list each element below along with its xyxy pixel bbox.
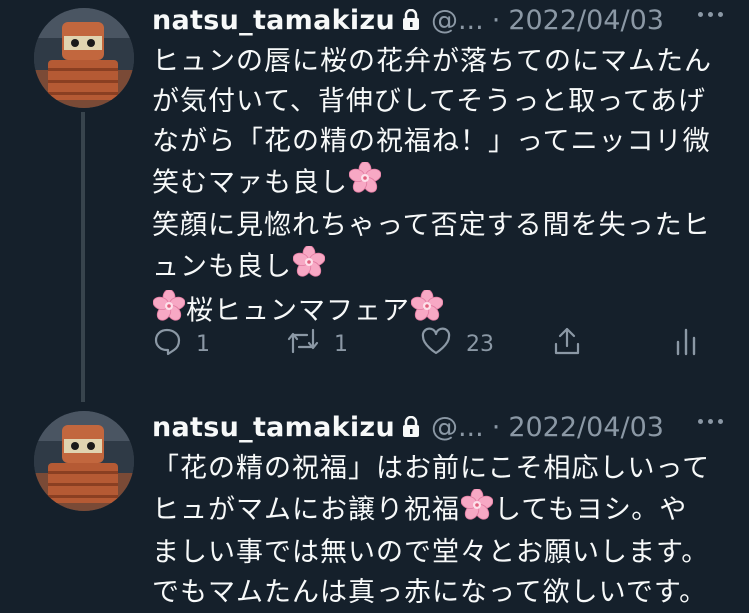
tweet-text-line: ヒュンの唇に桜の花弁が落ちてのにマムたん	[152, 46, 712, 77]
retweet-count: 1	[334, 331, 348, 357]
tweet-text-line: 笑むマァも良し	[152, 161, 722, 206]
share-button[interactable]	[552, 326, 582, 362]
tweet-actions: 1 1 23	[152, 320, 712, 364]
separator-dot: ·	[491, 411, 501, 443]
thread-connector-line	[81, 112, 85, 402]
more-icon[interactable]	[698, 12, 723, 17]
like-button[interactable]: 23	[420, 326, 494, 362]
tweet-text-line: でもマムたんは真っ赤になって欲しいです。	[152, 577, 708, 608]
tweet-text-line: ヒュがマムにお譲り祝福 してもヨシ。や	[152, 488, 722, 533]
tweet-text-line: 笑顔に見惚れちゃって否定する間を失ったヒ	[152, 210, 711, 241]
heart-icon	[420, 326, 452, 362]
tweet-text-line: ながら「花の精の祝福ね！」ってニッコリ微	[152, 126, 711, 157]
avatar-robot-image	[34, 411, 134, 511]
lock-icon	[401, 9, 421, 31]
reply-count: 1	[196, 331, 210, 357]
more-icon[interactable]	[698, 419, 723, 424]
tweet-date[interactable]: 2022/04/03	[508, 5, 664, 36]
tweet-text: ヒュンの唇に桜の花弁が落ちてのにマムたん が気付いて、背伸びしてそうっと取ってあ…	[152, 42, 722, 334]
display-name[interactable]: natsu_tamakizu	[152, 412, 395, 443]
lock-icon	[401, 416, 421, 438]
retweet-icon	[286, 326, 320, 362]
user-handle[interactable]: @...	[431, 5, 484, 36]
analytics-icon	[674, 326, 698, 362]
retweet-button[interactable]: 1	[286, 326, 348, 362]
like-count: 23	[466, 331, 494, 357]
avatar[interactable]	[34, 411, 134, 511]
avatar-robot-image	[34, 8, 134, 108]
tweet-header: natsu_tamakizu @... · 2022/04/03	[152, 407, 664, 447]
separator-dot: ·	[491, 4, 501, 36]
display-name[interactable]: natsu_tamakizu	[152, 5, 395, 36]
tweet-text-line: ュンも良し	[152, 245, 722, 290]
reply-icon	[152, 326, 182, 362]
analytics-button[interactable]	[674, 326, 698, 362]
tweet-date[interactable]: 2022/04/03	[508, 412, 664, 443]
tweet-text-line: が気付いて、背伸びしてそうっと取ってあげ	[152, 86, 707, 117]
reply-button[interactable]: 1	[152, 326, 210, 362]
tweet[interactable]: natsu_tamakizu @... · 2022/04/03 「花の精の祝福…	[0, 395, 749, 608]
cherry-blossom-icon	[292, 245, 326, 290]
cherry-blossom-icon	[348, 161, 382, 206]
share-icon	[552, 326, 582, 362]
cherry-blossom-icon	[460, 488, 494, 533]
user-handle[interactable]: @...	[431, 412, 484, 443]
tweet-text: 「花の精の祝福」はお前にこそ相応しいって ヒュがマムにお譲り祝福 してもヨシ。や …	[152, 449, 722, 613]
avatar[interactable]	[34, 8, 134, 108]
tweet-text-line: 「花の精の祝福」はお前にこそ相応しいって	[152, 453, 711, 484]
tweet-header: natsu_tamakizu @... · 2022/04/03	[152, 0, 664, 40]
tweet-text-line: ましい事では無いので堂々とお願いします。	[152, 537, 710, 568]
tweet[interactable]: natsu_tamakizu @... · 2022/04/03 ヒュンの唇に桜…	[0, 0, 749, 402]
